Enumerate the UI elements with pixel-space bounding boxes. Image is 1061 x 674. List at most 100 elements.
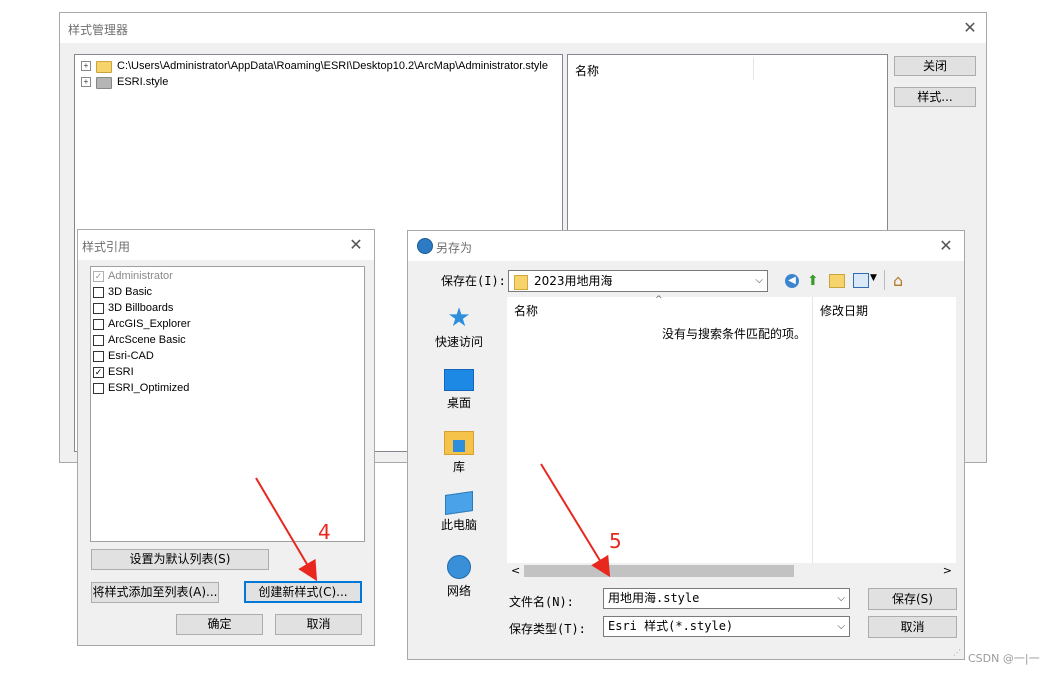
set-default-list-button[interactable]: 设置为默认列表(S) bbox=[91, 549, 269, 570]
network-icon bbox=[447, 555, 471, 579]
chevron-down-icon[interactable]: ▼ bbox=[870, 273, 877, 283]
sidebar-item-label: 网络 bbox=[446, 584, 471, 598]
watermark: CSDN @一|一 bbox=[968, 652, 1040, 665]
checkbox[interactable] bbox=[93, 287, 104, 298]
sidebar-item-label: 库 bbox=[452, 460, 465, 474]
save-in-value: 2023用地用海 bbox=[534, 274, 613, 288]
cancel-button[interactable]: 取消 bbox=[275, 614, 362, 635]
save-button[interactable]: 保存(S) bbox=[868, 588, 957, 610]
save-in-dropdown[interactable]: 2023用地用海 ⌵ bbox=[508, 270, 768, 292]
ok-button[interactable]: 确定 bbox=[176, 614, 263, 635]
sidebar-item-network[interactable]: 网络 bbox=[424, 551, 494, 603]
empty-message: 没有与搜索条件匹配的项。 bbox=[662, 327, 807, 341]
header-divider bbox=[753, 58, 754, 80]
horizontal-scrollbar[interactable]: < > bbox=[507, 563, 956, 579]
list-header[interactable]: 名称 bbox=[575, 62, 599, 79]
checkbox[interactable] bbox=[93, 335, 104, 346]
step-5-label: 5 bbox=[609, 529, 622, 553]
item-label: 3D Billboards bbox=[108, 302, 174, 314]
close-icon[interactable]: ✕ bbox=[346, 235, 366, 255]
checkbox[interactable] bbox=[93, 383, 104, 394]
window-title: 样式管理器 bbox=[68, 23, 129, 37]
resize-grip[interactable]: ⋰ bbox=[953, 648, 961, 657]
sidebar-item-quick-access[interactable]: ★ 快速访问 bbox=[424, 303, 494, 355]
add-style-to-list-button[interactable]: 将样式添加至列表(A)... bbox=[91, 582, 219, 603]
close-icon[interactable]: ✕ bbox=[960, 18, 980, 38]
sidebar-item-label: 此电脑 bbox=[440, 518, 477, 532]
expand-icon[interactable]: + bbox=[81, 61, 91, 71]
filename-value: 用地用海.style bbox=[608, 591, 700, 605]
title-bar: 样式管理器 ✕ bbox=[60, 13, 986, 43]
folder-icon bbox=[96, 61, 112, 73]
item-label: Esri-CAD bbox=[108, 350, 154, 362]
toolbar-divider bbox=[884, 270, 885, 290]
item-label: ArcGIS_Explorer bbox=[108, 318, 191, 330]
checkbox[interactable]: ✓ bbox=[93, 367, 104, 378]
tree-item-label: C:\Users\Administrator\AppData\Roaming\E… bbox=[117, 60, 548, 72]
new-folder-icon[interactable] bbox=[829, 274, 845, 288]
list-item[interactable]: 3D Basic bbox=[91, 286, 364, 301]
places-sidebar: ★ 快速访问 桌面 库 此电脑 网络 bbox=[418, 297, 500, 617]
title-bar: 另存为 ✕ bbox=[408, 231, 964, 261]
title-bar: 样式引用 ✕ bbox=[78, 230, 374, 260]
styles-button[interactable]: 样式... bbox=[894, 87, 976, 107]
chevron-down-icon[interactable]: ⌵ bbox=[837, 589, 845, 608]
checkbox[interactable] bbox=[93, 319, 104, 330]
list-item[interactable]: ArcGIS_Explorer bbox=[91, 318, 364, 333]
sidebar-item-desktop[interactable]: 桌面 bbox=[424, 365, 494, 417]
library-icon bbox=[444, 431, 474, 455]
filetype-dropdown[interactable]: Esri 样式(*.style) ⌵ bbox=[603, 616, 850, 637]
checkbox[interactable] bbox=[93, 303, 104, 314]
expand-icon[interactable]: + bbox=[81, 77, 91, 87]
style-reference-list[interactable]: ✓ Administrator 3D Basic 3D Billboards A… bbox=[90, 266, 365, 542]
sidebar-item-this-pc[interactable]: 此电脑 bbox=[424, 489, 494, 541]
sidebar-item-label: 桌面 bbox=[446, 396, 471, 410]
column-modified-date[interactable]: 修改日期 bbox=[820, 302, 868, 319]
checkbox[interactable] bbox=[93, 351, 104, 362]
save-as-dialog: 另存为 ✕ 保存在(I): 2023用地用海 ⌵ ◀ ⬆ ▼ ⌂ ★ 快速访问 … bbox=[407, 230, 965, 660]
desktop-icon bbox=[444, 369, 474, 391]
item-label: 3D Basic bbox=[108, 286, 153, 298]
filetype-label: 保存类型(T): bbox=[509, 622, 586, 636]
chevron-down-icon[interactable]: ⌵ bbox=[755, 271, 763, 291]
item-label: ESRI_Optimized bbox=[108, 382, 190, 394]
scroll-right-icon[interactable]: > bbox=[943, 563, 952, 579]
column-divider bbox=[812, 297, 813, 563]
item-label: ESRI bbox=[108, 366, 134, 378]
computer-icon bbox=[445, 491, 473, 515]
star-icon: ★ bbox=[447, 303, 471, 333]
create-new-style-button[interactable]: 创建新样式(C)... bbox=[244, 581, 362, 603]
file-list[interactable]: ^ 名称 修改日期 没有与搜索条件匹配的项。 < > bbox=[507, 295, 956, 579]
item-label: Administrator bbox=[108, 270, 173, 282]
view-menu-icon[interactable] bbox=[853, 273, 869, 288]
list-item[interactable]: ESRI_Optimized bbox=[91, 382, 364, 397]
up-folder-icon[interactable]: ⬆ bbox=[807, 273, 819, 289]
chevron-down-icon[interactable]: ⌵ bbox=[837, 617, 845, 636]
style-references-dialog: 样式引用 ✕ ✓ Administrator 3D Basic 3D Billb… bbox=[77, 229, 375, 646]
list-item[interactable]: 3D Billboards bbox=[91, 302, 364, 317]
column-name[interactable]: 名称 bbox=[514, 302, 538, 319]
step-4-label: 4 bbox=[318, 520, 331, 544]
save-in-label: 保存在(I): bbox=[441, 274, 506, 288]
scroll-thumb[interactable] bbox=[524, 565, 794, 577]
folder-icon bbox=[96, 77, 112, 89]
close-button[interactable]: 关闭 bbox=[894, 56, 976, 76]
checkbox[interactable]: ✓ bbox=[93, 271, 104, 282]
scroll-left-icon[interactable]: < bbox=[511, 563, 520, 579]
app-icon bbox=[417, 238, 433, 254]
filename-input[interactable]: 用地用海.style ⌵ bbox=[603, 588, 850, 609]
list-item[interactable]: ✓ Administrator bbox=[91, 270, 364, 285]
home-icon[interactable]: ⌂ bbox=[893, 271, 903, 290]
list-item[interactable]: ArcScene Basic bbox=[91, 334, 364, 349]
folder-icon bbox=[514, 275, 528, 290]
sidebar-item-library[interactable]: 库 bbox=[424, 427, 494, 479]
list-item[interactable]: Esri-CAD bbox=[91, 350, 364, 365]
sort-up-icon: ^ bbox=[655, 295, 663, 305]
filename-label: 文件名(N): bbox=[509, 595, 574, 609]
list-item[interactable]: ✓ ESRI bbox=[91, 366, 364, 381]
tree-item-label: ESRI.style bbox=[117, 76, 169, 88]
sidebar-item-label: 快速访问 bbox=[434, 335, 483, 349]
close-icon[interactable]: ✕ bbox=[936, 236, 956, 256]
cancel-button[interactable]: 取消 bbox=[868, 616, 957, 638]
back-icon[interactable]: ◀ bbox=[785, 274, 799, 288]
